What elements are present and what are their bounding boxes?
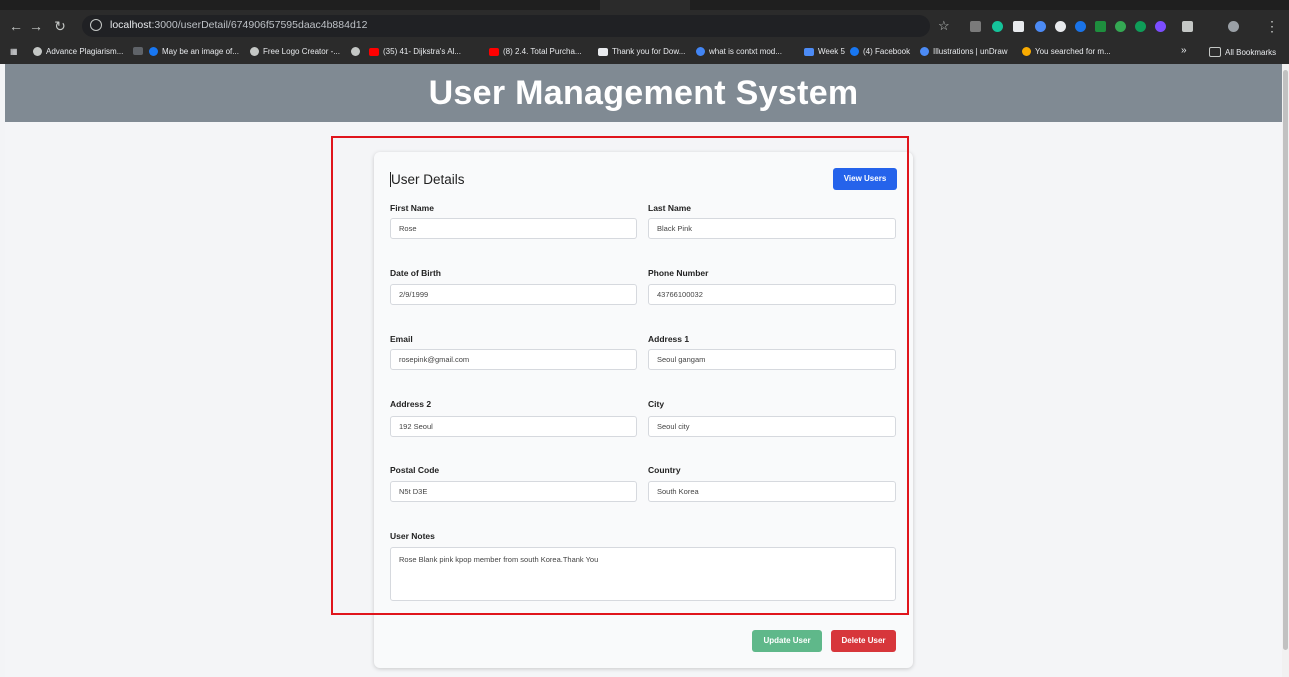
bookmark-item[interactable] (133, 47, 143, 55)
bookmark-item[interactable]: Advance Plagiarism... (33, 47, 123, 56)
youtube-icon (489, 47, 499, 56)
youtube-icon (369, 47, 379, 56)
undraw-icon (920, 47, 929, 56)
extension-icon[interactable] (1013, 21, 1024, 32)
address-bar[interactable]: localhost:3000/userDetail/674906f57595da… (82, 15, 930, 37)
extension-icon[interactable] (970, 21, 981, 32)
bookmarks-bar: ▦ Advance Plagiarism... May be an image … (0, 42, 1289, 64)
facebook-icon (850, 47, 859, 56)
browser-menu-icon[interactable]: ⋮ (1262, 16, 1282, 36)
page-title: User Management System (428, 74, 859, 112)
scrollbar-thumb[interactable] (1283, 70, 1288, 650)
extension-icon[interactable] (1075, 21, 1086, 32)
bookmark-icon (1022, 47, 1031, 56)
globe-icon (250, 47, 259, 56)
facebook-icon (149, 47, 158, 56)
extension-icon[interactable] (1115, 21, 1126, 32)
bookmark-icon (133, 47, 143, 55)
site-info-icon[interactable] (90, 19, 102, 31)
bookmark-item[interactable]: Illustrations | unDraw (920, 47, 1008, 56)
profile-avatar-icon[interactable] (1228, 21, 1239, 32)
extension-icon[interactable] (1035, 21, 1046, 32)
extension-icon[interactable] (1055, 21, 1066, 32)
app-header: User Management System (5, 64, 1282, 122)
extension-icon[interactable] (1095, 21, 1106, 32)
grammarly-icon[interactable] (992, 21, 1003, 32)
bookmark-item[interactable]: Thank you for Dow... (598, 47, 685, 56)
url-text: localhost:3000/userDetail/674906f57595da… (110, 19, 368, 31)
extensions-puzzle-icon[interactable] (1182, 21, 1193, 32)
tab-strip (600, 0, 690, 10)
bookmark-item[interactable]: (4) Facebook (850, 47, 910, 56)
extension-icon[interactable] (1135, 21, 1146, 32)
bookmark-item[interactable]: You searched for m... (1022, 47, 1111, 56)
extension-icon[interactable] (1155, 21, 1166, 32)
bookmark-star-icon[interactable]: ☆ (938, 18, 950, 34)
highlight-box (331, 136, 909, 615)
apps-grid-icon[interactable]: ▦ (10, 47, 18, 56)
bookmark-item[interactable] (351, 47, 360, 56)
folder-icon (1209, 47, 1221, 57)
bookmark-icon (598, 47, 608, 56)
update-user-button[interactable]: Update User (752, 630, 822, 652)
globe-icon (351, 47, 360, 56)
bookmark-icon (804, 47, 814, 56)
browser-top-strip (0, 0, 1289, 10)
browser-toolbar: ← → ↻ localhost:3000/userDetail/674906f5… (0, 10, 1289, 42)
delete-user-button[interactable]: Delete User (831, 630, 896, 652)
back-icon[interactable]: ← (6, 16, 26, 36)
forward-icon[interactable]: → (26, 16, 46, 36)
google-icon (696, 47, 705, 56)
bookmark-item[interactable]: what is contxt mod... (696, 47, 782, 56)
bookmark-item[interactable]: May be an image of... (149, 47, 239, 56)
bookmark-item[interactable]: Free Logo Creator -... (250, 47, 340, 56)
bookmark-item[interactable]: (35) 41- Dijkstra's Al... (369, 47, 461, 56)
reload-icon[interactable]: ↻ (50, 16, 70, 36)
bookmark-item[interactable]: Week 5 (804, 47, 845, 56)
page-scrollbar[interactable] (1282, 64, 1289, 677)
all-bookmarks-button[interactable]: All Bookmarks (1209, 47, 1276, 57)
more-bookmarks-chevron[interactable]: » (1181, 45, 1187, 56)
globe-icon (33, 47, 42, 56)
bookmark-item[interactable]: (8) 2.4. Total Purcha... (489, 47, 582, 56)
